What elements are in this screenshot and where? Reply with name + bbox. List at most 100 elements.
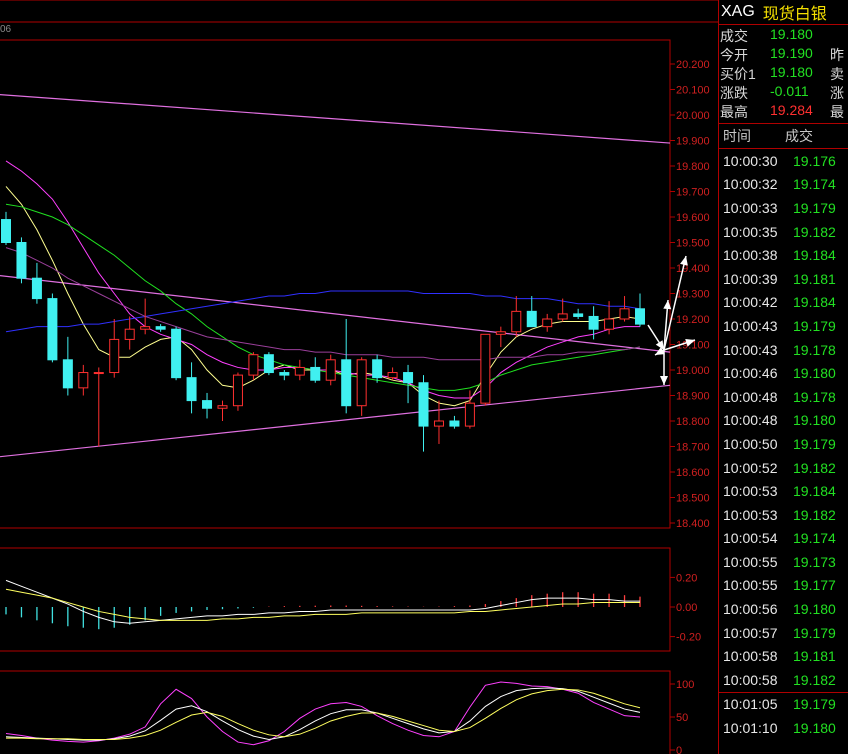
- tick-time: 10:00:43: [723, 317, 778, 334]
- tick-row[interactable]: 10:00:42 19.184: [719, 291, 848, 315]
- candle-body: [62, 359, 73, 389]
- tick-time: 10:01:10: [723, 720, 778, 737]
- tick-row[interactable]: 10:00:38 19.184: [719, 243, 848, 267]
- tick-row[interactable]: 10:00:56 19.180: [719, 597, 848, 621]
- tick-row[interactable]: 10:00:39 19.181: [719, 267, 848, 291]
- candle-body: [433, 420, 444, 427]
- tick-price: 19.176: [793, 152, 836, 169]
- kline-chart[interactable]: 20.200 20.100 20.000 19.900 19.800 19.700 19.6…: [0, 0, 718, 754]
- tick-time: 10:00:30: [723, 152, 778, 169]
- candle-body: [573, 313, 584, 317]
- quote-label: 成交: [720, 28, 748, 44]
- quote-value: 19.190: [770, 45, 813, 61]
- candle-body: [78, 372, 89, 389]
- tick-row[interactable]: 10:01:10 19.180: [719, 716, 848, 740]
- price-tick-label: 19.000: [676, 365, 710, 377]
- price-tick-label: 19.900: [676, 136, 710, 148]
- tick-time: 10:00:57: [723, 624, 778, 641]
- trend-line: [0, 275, 671, 353]
- quote-row: 成交 19.180: [719, 26, 848, 45]
- price-tick-label: 19.700: [676, 187, 710, 199]
- tick-time: 10:00:33: [723, 199, 778, 216]
- price-tick-label: 19.400: [676, 263, 710, 275]
- tick-price: 19.178: [793, 388, 836, 405]
- tick-row[interactable]: 10:00:35 19.182: [719, 220, 848, 244]
- tick-row[interactable]: 10:00:58 19.181: [719, 644, 848, 668]
- tick-row[interactable]: 10:00:53 19.182: [719, 503, 848, 527]
- price-tick-label: 18.900: [676, 391, 710, 403]
- tick-price: 19.180: [793, 720, 836, 737]
- tick-row[interactable]: 10:01:05 19.179: [719, 693, 848, 717]
- tick-price: 19.182: [793, 223, 836, 240]
- quote-label: 买价1: [720, 66, 756, 82]
- tick-row[interactable]: 10:00:52 19.182: [719, 456, 848, 480]
- quote-row: 今开 19.190 昨: [719, 45, 848, 64]
- symbol-header[interactable]: XAG 现货白银: [719, 0, 848, 25]
- quote-label: 最高: [720, 104, 748, 120]
- tick-time: 10:00:54: [723, 530, 778, 547]
- tick-row[interactable]: 10:00:48 19.180: [719, 409, 848, 433]
- tick-row[interactable]: 10:00:57 19.179: [719, 621, 848, 645]
- moving-average-line: [5, 247, 641, 361]
- price-tick-label: 19.200: [676, 314, 710, 326]
- tick-time: 10:00:39: [723, 270, 778, 287]
- candle-body: [542, 318, 553, 328]
- candle-body: [155, 326, 166, 330]
- tick-row[interactable]: 10:00:48 19.178: [719, 385, 848, 409]
- macd-panel-frame: [0, 547, 671, 652]
- ticks-list-recent[interactable]: 10:01:05 19.179 10:01:10 19.180: [719, 691, 848, 740]
- tick-row[interactable]: 10:00:30 19.176: [719, 149, 848, 173]
- tick-row[interactable]: 10:00:33 19.179: [719, 196, 848, 220]
- quote-row: 最高 19.284 最: [719, 102, 848, 121]
- price-tick-label: 18.700: [676, 442, 710, 454]
- candle-body: [31, 277, 42, 300]
- quote-label: 今开: [720, 47, 748, 63]
- tick-row[interactable]: 10:00:32 19.174: [719, 173, 848, 197]
- ticks-list[interactable]: 10:00:30 19.176 10:00:32 19.174 10:00:33 19.1…: [719, 149, 848, 692]
- quote-panel: XAG 现货白银 成交 19.180 今开 19.190 昨买价1 19.180 卖涨跌 -0…: [718, 0, 848, 754]
- candle-body: [372, 359, 383, 379]
- kdj-line: [5, 687, 641, 741]
- tick-row[interactable]: 10:00:58 19.182: [719, 668, 848, 692]
- quote-value: -0.011: [770, 83, 809, 99]
- price-tick-label: 18.800: [676, 416, 710, 428]
- price-tick-label: 19.800: [676, 161, 710, 173]
- tick-row[interactable]: 10:00:55 19.173: [719, 550, 848, 574]
- quote-row: 涨跌 -0.011 涨: [719, 83, 848, 102]
- tick-row[interactable]: 10:00:43 19.179: [719, 314, 848, 338]
- symbol-code: XAG: [721, 3, 755, 20]
- candle-body: [341, 359, 352, 407]
- tick-price: 19.179: [793, 696, 836, 713]
- price-tick-label: 19.600: [676, 212, 710, 224]
- tick-price: 19.179: [793, 435, 836, 452]
- candle-body: [93, 372, 104, 375]
- tick-time: 10:00:48: [723, 412, 778, 429]
- tick-price: 19.179: [793, 624, 836, 641]
- candle-body: [464, 402, 475, 427]
- tick-price: 19.180: [793, 412, 836, 429]
- price-tick-label: 19.300: [676, 289, 710, 301]
- tick-price: 19.174: [793, 176, 836, 193]
- tick-price: 19.179: [793, 199, 836, 216]
- tick-time: 10:00:52: [723, 459, 778, 476]
- tick-row[interactable]: 10:00:43 19.178: [719, 338, 848, 362]
- macd-tick-label: -0.20: [676, 632, 701, 644]
- chart-area[interactable]: 20.200 20.100 20.000 19.900 19.800 19.700 19.6…: [0, 0, 718, 754]
- candle-body: [557, 313, 568, 320]
- tick-row[interactable]: 10:00:50 19.179: [719, 432, 848, 456]
- tick-time: 10:00:48: [723, 388, 778, 405]
- ticks-price-header: 成交: [785, 128, 813, 144]
- quote-extra: 最: [830, 104, 844, 120]
- tick-row[interactable]: 10:00:53 19.184: [719, 479, 848, 503]
- tick-price: 19.184: [793, 483, 836, 500]
- tick-row[interactable]: 10:00:46 19.180: [719, 361, 848, 385]
- candle-body: [356, 359, 367, 407]
- tick-price: 19.180: [793, 365, 836, 382]
- symbol-name: 现货白银: [762, 6, 827, 23]
- tick-row[interactable]: 10:00:55 19.177: [719, 574, 848, 598]
- tick-row[interactable]: 10:00:54 19.174: [719, 527, 848, 551]
- macd-dif-line: [5, 579, 640, 624]
- candle-body: [526, 310, 537, 328]
- tick-time: 10:00:43: [723, 341, 778, 358]
- ticks-time-header: 时间: [723, 128, 751, 144]
